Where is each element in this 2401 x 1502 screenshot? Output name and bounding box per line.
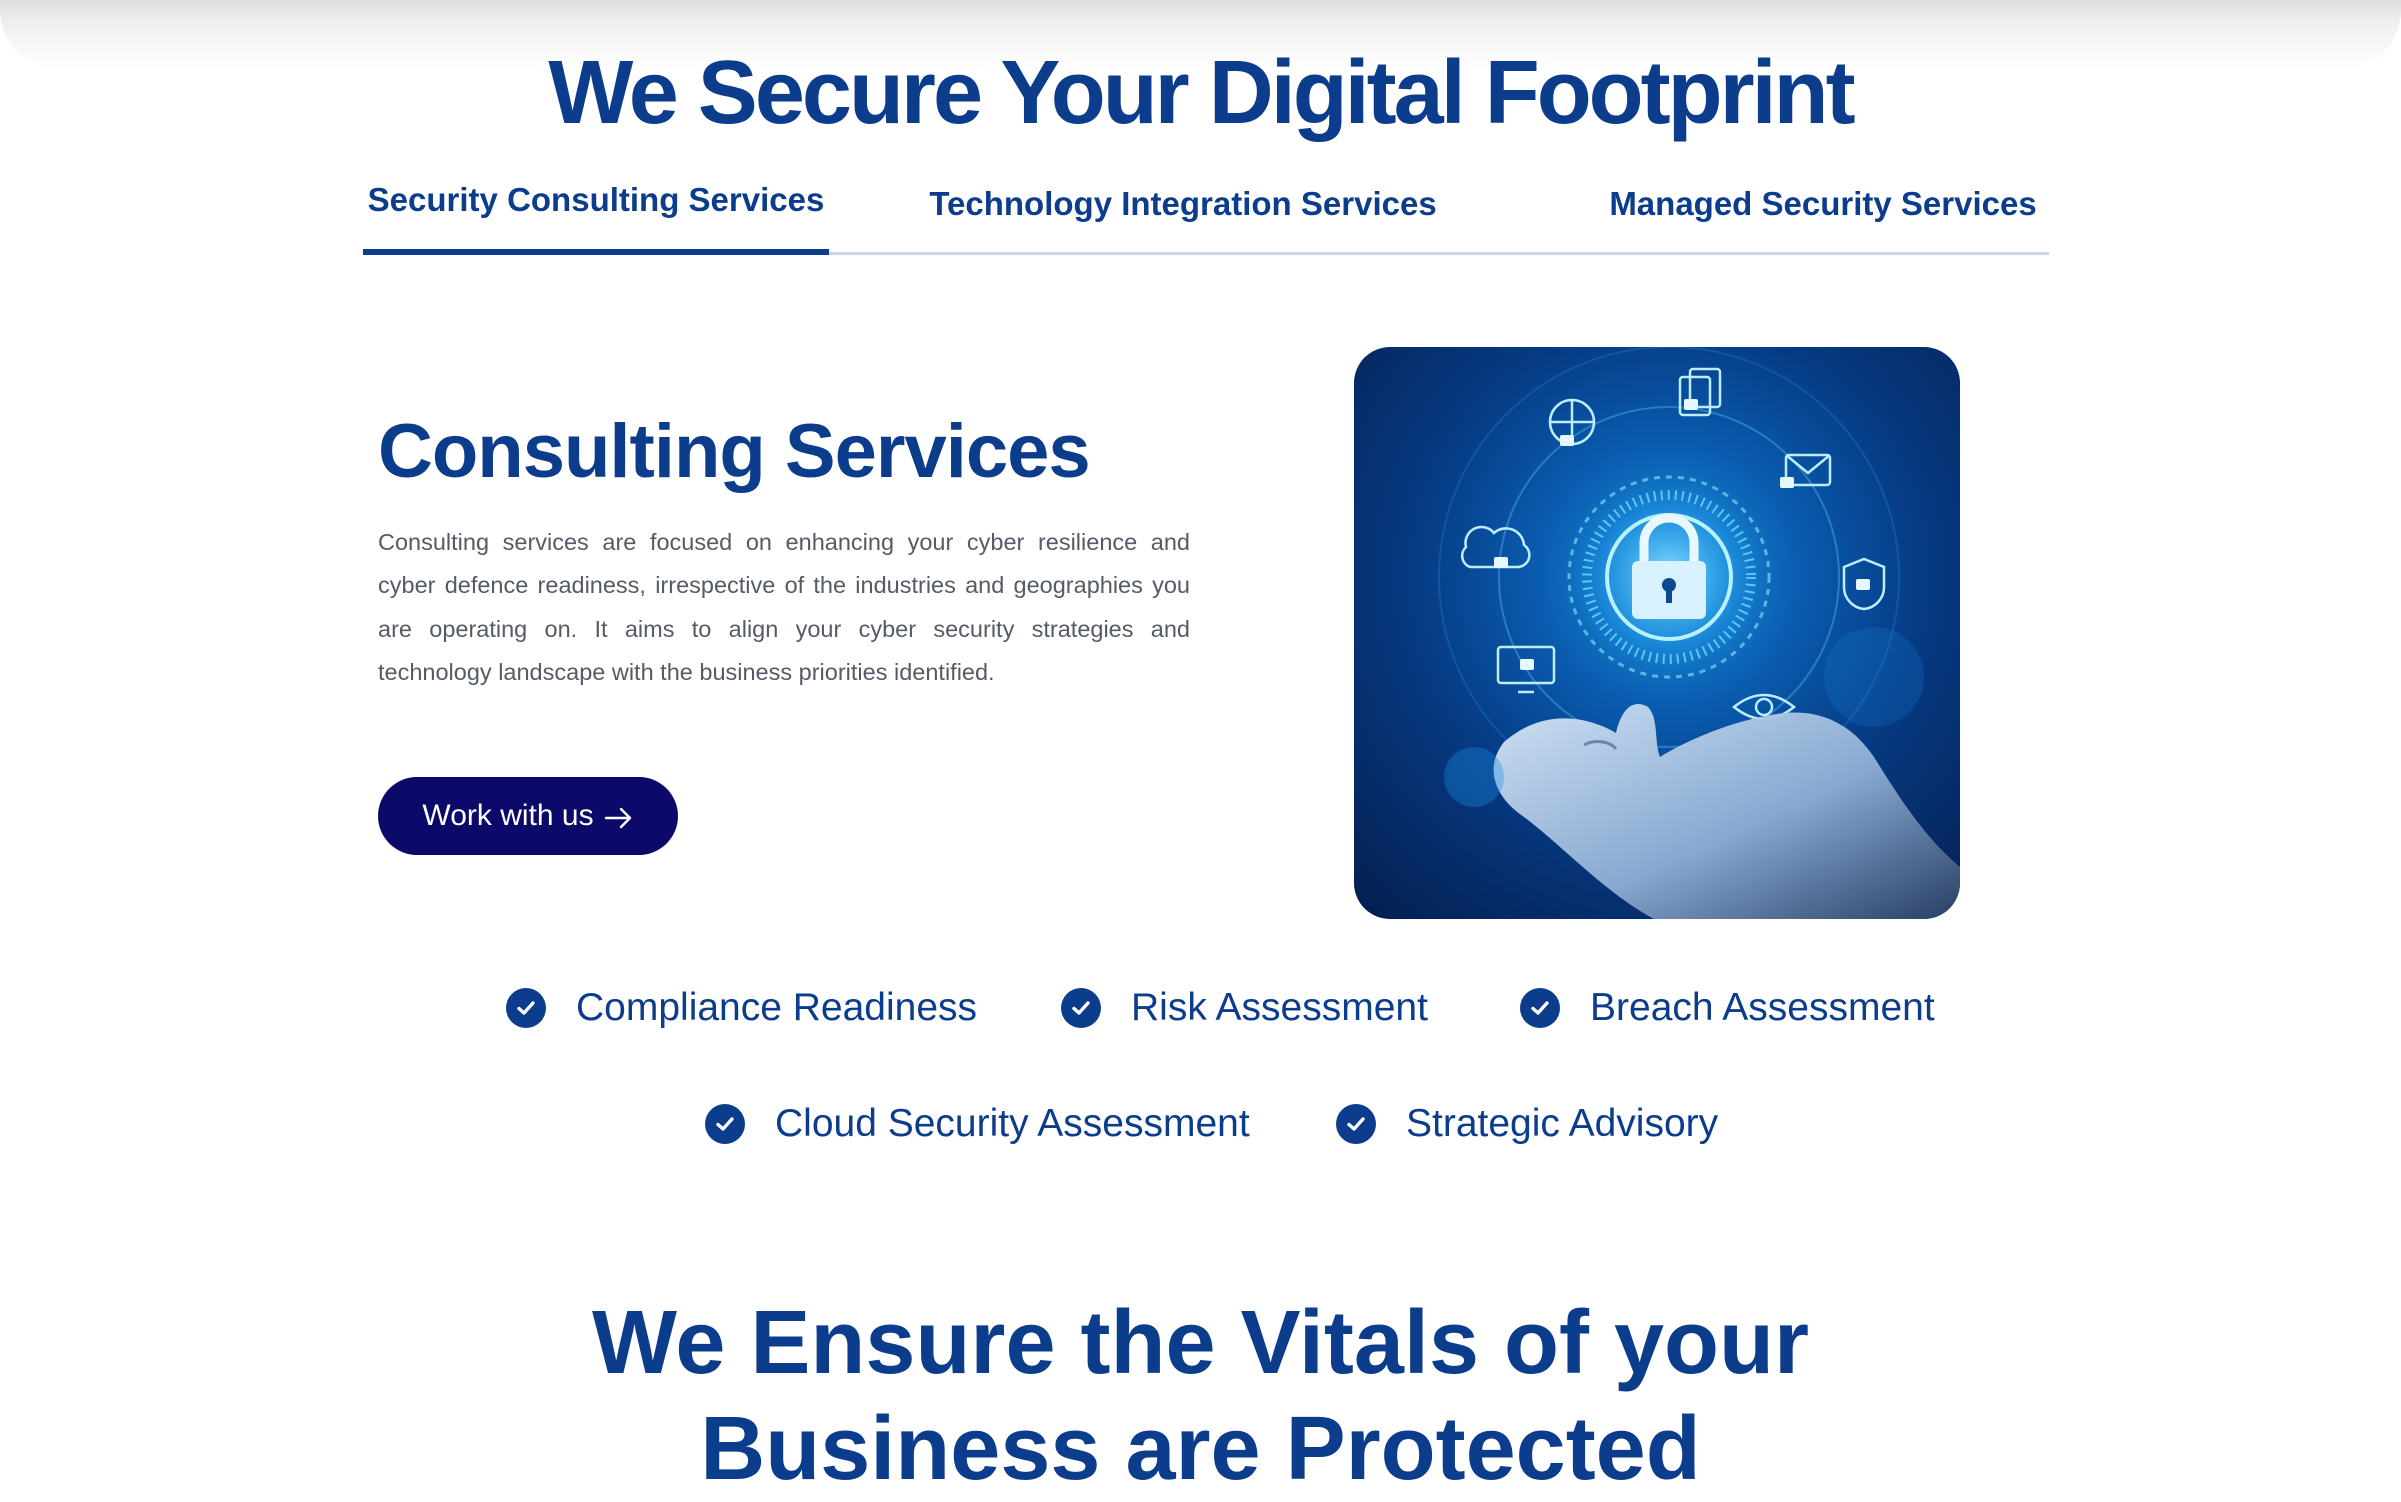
bottom-heading-line1: We Ensure the Vitals of your xyxy=(592,1293,1809,1393)
service-tabs: Security Consulting Services Technology … xyxy=(363,168,2049,255)
work-with-us-button[interactable]: Work with us xyxy=(378,777,678,855)
section-description: Consulting services are focused on enhan… xyxy=(378,529,1190,685)
tab-technology-integration[interactable]: Technology Integration Services xyxy=(923,172,1443,256)
check-circle-icon xyxy=(506,988,546,1028)
bottom-heading: We Ensure the Vitals of your Business ar… xyxy=(0,1290,2401,1502)
check-circle-icon xyxy=(1061,988,1101,1028)
feature-item: Cloud Security Assessment xyxy=(705,1094,1250,1154)
tab-security-consulting[interactable]: Security Consulting Services xyxy=(363,168,829,255)
feature-label: Breach Assessment xyxy=(1590,986,1935,1029)
feature-item: Breach Assessment xyxy=(1520,978,1935,1038)
section-heading: Consulting Services xyxy=(378,409,1091,494)
check-circle-icon xyxy=(1336,1104,1376,1144)
check-circle-icon xyxy=(705,1104,745,1144)
check-circle-icon xyxy=(1520,988,1560,1028)
feature-label: Compliance Readiness xyxy=(576,986,978,1029)
work-with-us-label: Work with us xyxy=(422,799,594,832)
page-title: We Secure Your Digital Footprint xyxy=(548,43,1855,143)
tab-managed-security[interactable]: Managed Security Services xyxy=(1603,172,2043,256)
cyber-security-hero-image xyxy=(1354,347,1960,919)
feature-label: Cloud Security Assessment xyxy=(775,1102,1250,1145)
feature-label: Risk Assessment xyxy=(1131,986,1428,1029)
arrow-right-icon xyxy=(604,804,634,829)
feature-item: Risk Assessment xyxy=(1061,978,1428,1038)
feature-label: Strategic Advisory xyxy=(1406,1102,1719,1145)
feature-item: Strategic Advisory xyxy=(1336,1094,1718,1154)
bottom-heading-line2: Business are Protected xyxy=(700,1399,1701,1499)
feature-item: Compliance Readiness xyxy=(506,978,977,1038)
